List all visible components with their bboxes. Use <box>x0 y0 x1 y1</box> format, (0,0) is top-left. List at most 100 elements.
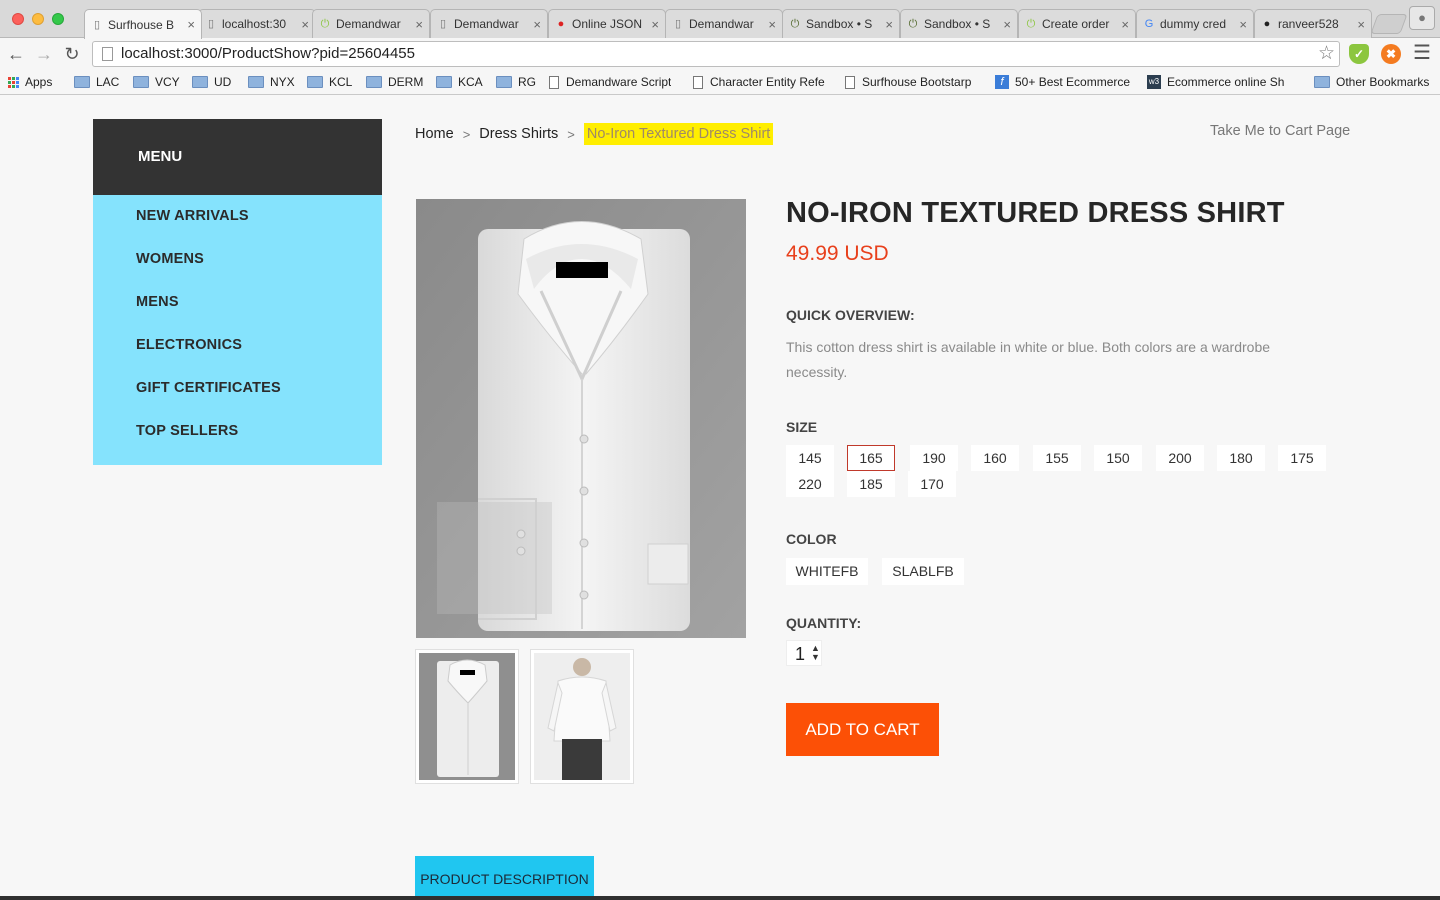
bookmark-item[interactable]: DERM <box>366 73 423 91</box>
address-bar[interactable]: localhost:3000/ProductShow?pid=25604455 … <box>92 41 1340 67</box>
power-icon: ⏻ <box>1026 18 1036 30</box>
bookmark-item[interactable]: f 50+ Best Ecommerce <box>995 73 1130 91</box>
bookmark-label: KCL <box>329 75 353 89</box>
menu-item-gift-certificates[interactable]: GIFT CERTIFICATES <box>93 377 382 420</box>
tab-close-icon[interactable]: × <box>768 17 776 32</box>
breadcrumb: Home > Dress Shirts > No-Iron Textured D… <box>415 122 774 146</box>
breadcrumb-dress-shirts[interactable]: Dress Shirts <box>479 126 558 142</box>
reload-icon[interactable]: ↻ <box>60 42 84 66</box>
add-to-cart-button[interactable]: ADD TO CART <box>786 703 939 756</box>
github-icon: ● <box>1263 18 1271 30</box>
tab-close-icon[interactable]: × <box>415 17 423 32</box>
folder-icon <box>366 76 382 88</box>
size-option-180[interactable]: 180 <box>1217 445 1265 471</box>
shield-extension-icon[interactable]: ✓ <box>1349 44 1369 64</box>
folded-shirt-image <box>416 199 746 638</box>
tab-close-icon[interactable]: × <box>1357 17 1365 32</box>
bookmark-item[interactable]: LAC <box>74 73 119 91</box>
bookmark-item[interactable]: Surfhouse Bootstarp <box>845 73 971 91</box>
tab-close-icon[interactable]: × <box>1239 17 1247 32</box>
bookmark-item[interactable]: KCA <box>436 73 483 91</box>
bookmark-star-icon[interactable]: ☆ <box>1318 42 1335 66</box>
size-option-190[interactable]: 190 <box>910 445 958 471</box>
product-thumbnail-2[interactable] <box>530 649 634 784</box>
bookmark-label: KCA <box>458 75 483 89</box>
bookmark-item[interactable]: KCL <box>307 73 352 91</box>
orange-extension-icon[interactable]: ✖ <box>1381 44 1401 64</box>
browser-tab[interactable]: ⏻ Sandbox • S × <box>900 9 1018 38</box>
profile-icon[interactable]: ● <box>1409 6 1435 30</box>
browser-tab[interactable]: ⏻ Create order × <box>1018 9 1136 38</box>
back-arrow-icon[interactable]: ← <box>4 42 28 66</box>
browser-tab[interactable]: ● Online JSON × <box>548 9 666 38</box>
size-option-175[interactable]: 175 <box>1278 445 1326 471</box>
bookmark-label: Apps <box>25 75 53 89</box>
bookmark-item[interactable]: Character Entity Refe <box>693 73 825 91</box>
menu-item-new-arrivals[interactable]: NEW ARRIVALS <box>93 205 382 248</box>
tab-close-icon[interactable]: × <box>187 17 195 32</box>
tab-close-icon[interactable]: × <box>1121 17 1129 32</box>
size-option-160[interactable]: 160 <box>971 445 1019 471</box>
size-option-150[interactable]: 150 <box>1094 445 1142 471</box>
bookmarks-bar: Apps LAC VCY UD NYX KCL DERM KCA RG Demandware Sc… <box>0 70 1440 95</box>
breadcrumb-home[interactable]: Home <box>415 126 454 142</box>
new-tab-button[interactable] <box>1370 14 1408 34</box>
cart-page-link[interactable]: Take Me to Cart Page <box>1210 123 1350 139</box>
bookmark-item[interactable]: Other Bookmarks <box>1314 73 1429 91</box>
size-option-165[interactable]: 165 <box>847 445 895 471</box>
forward-arrow-icon[interactable]: → <box>32 42 56 66</box>
folder-icon <box>74 76 90 88</box>
browser-tab[interactable]: ▯ Demandwar × <box>430 9 548 38</box>
browser-tab[interactable]: ⏻ Demandwar × <box>312 9 430 38</box>
tab-close-icon[interactable]: × <box>885 17 893 32</box>
tab-title: Demandwar <box>336 17 401 31</box>
folder-icon <box>192 76 208 88</box>
page-icon <box>693 75 703 89</box>
menu-item-top-sellers[interactable]: TOP SELLERS <box>93 420 382 463</box>
tab-close-icon[interactable]: × <box>651 17 659 32</box>
browser-tab[interactable]: ▯ Demandwar × <box>665 9 783 38</box>
color-option-slablfb[interactable]: SLABLFB <box>882 558 964 585</box>
bookmark-item[interactable]: NYX <box>248 73 295 91</box>
browser-tab[interactable]: Gdummy cred × <box>1136 9 1254 38</box>
maximize-window-button[interactable] <box>52 13 64 25</box>
bookmark-item[interactable]: w3 Ecommerce online Sh <box>1147 73 1284 91</box>
stepper-arrows-icon[interactable]: ▲ ▼ <box>811 644 820 662</box>
browser-menu-icon[interactable]: ☰ <box>1410 42 1434 66</box>
menu-item-electronics[interactable]: ELECTRONICS <box>93 334 382 377</box>
page-icon: ▯ <box>439 18 447 30</box>
size-option-145[interactable]: 145 <box>786 445 834 471</box>
menu-header: MENU <box>93 119 382 195</box>
tab-close-icon[interactable]: × <box>533 17 541 32</box>
browser-tab[interactable]: ⏻ Sandbox • S × <box>782 9 900 38</box>
bookmark-item[interactable]: VCY <box>133 73 180 91</box>
product-thumbnail-1[interactable] <box>415 649 519 784</box>
browser-tab[interactable]: ▯ Surfhouse B × <box>84 9 202 39</box>
bookmark-item[interactable]: Apps <box>8 73 52 91</box>
bookmark-item[interactable]: Demandware Script <box>549 73 671 91</box>
browser-tab[interactable]: ▯ localhost:30 × <box>198 9 316 38</box>
menu-list: NEW ARRIVALS WOMENS MENS ELECTRONICS GIF… <box>93 195 382 465</box>
browser-tab[interactable]: ● ranveer528 × <box>1254 9 1372 38</box>
minimize-window-button[interactable] <box>32 13 44 25</box>
tab-close-icon[interactable]: × <box>301 17 309 32</box>
page-icon: ▯ <box>93 18 101 31</box>
color-option-whitefb[interactable]: WHITEFB <box>786 558 868 585</box>
size-option-220[interactable]: 220 <box>786 471 834 497</box>
menu-item-mens[interactable]: MENS <box>93 291 382 334</box>
tab-close-icon[interactable]: × <box>1003 17 1011 32</box>
bookmark-item[interactable]: RG <box>496 73 536 91</box>
quantity-stepper[interactable]: 1 ▲ ▼ <box>786 640 822 666</box>
tab-title: Create order <box>1042 17 1110 31</box>
bookmark-item[interactable]: UD <box>192 73 231 91</box>
folder-icon <box>1314 76 1330 88</box>
tab-bar: ▯ Surfhouse B × ▯ localhost:30 × ⏻ Demandwar × ▯ D… <box>0 0 1440 39</box>
size-option-155[interactable]: 155 <box>1033 445 1081 471</box>
tab-product-description[interactable]: PRODUCT DESCRIPTION <box>415 856 594 900</box>
size-option-185[interactable]: 185 <box>847 471 895 497</box>
size-option-200[interactable]: 200 <box>1156 445 1204 471</box>
size-option-170[interactable]: 170 <box>908 471 956 497</box>
close-window-button[interactable] <box>12 13 24 25</box>
menu-item-womens[interactable]: WOMENS <box>93 248 382 291</box>
tab-title: dummy cred <box>1160 17 1227 31</box>
